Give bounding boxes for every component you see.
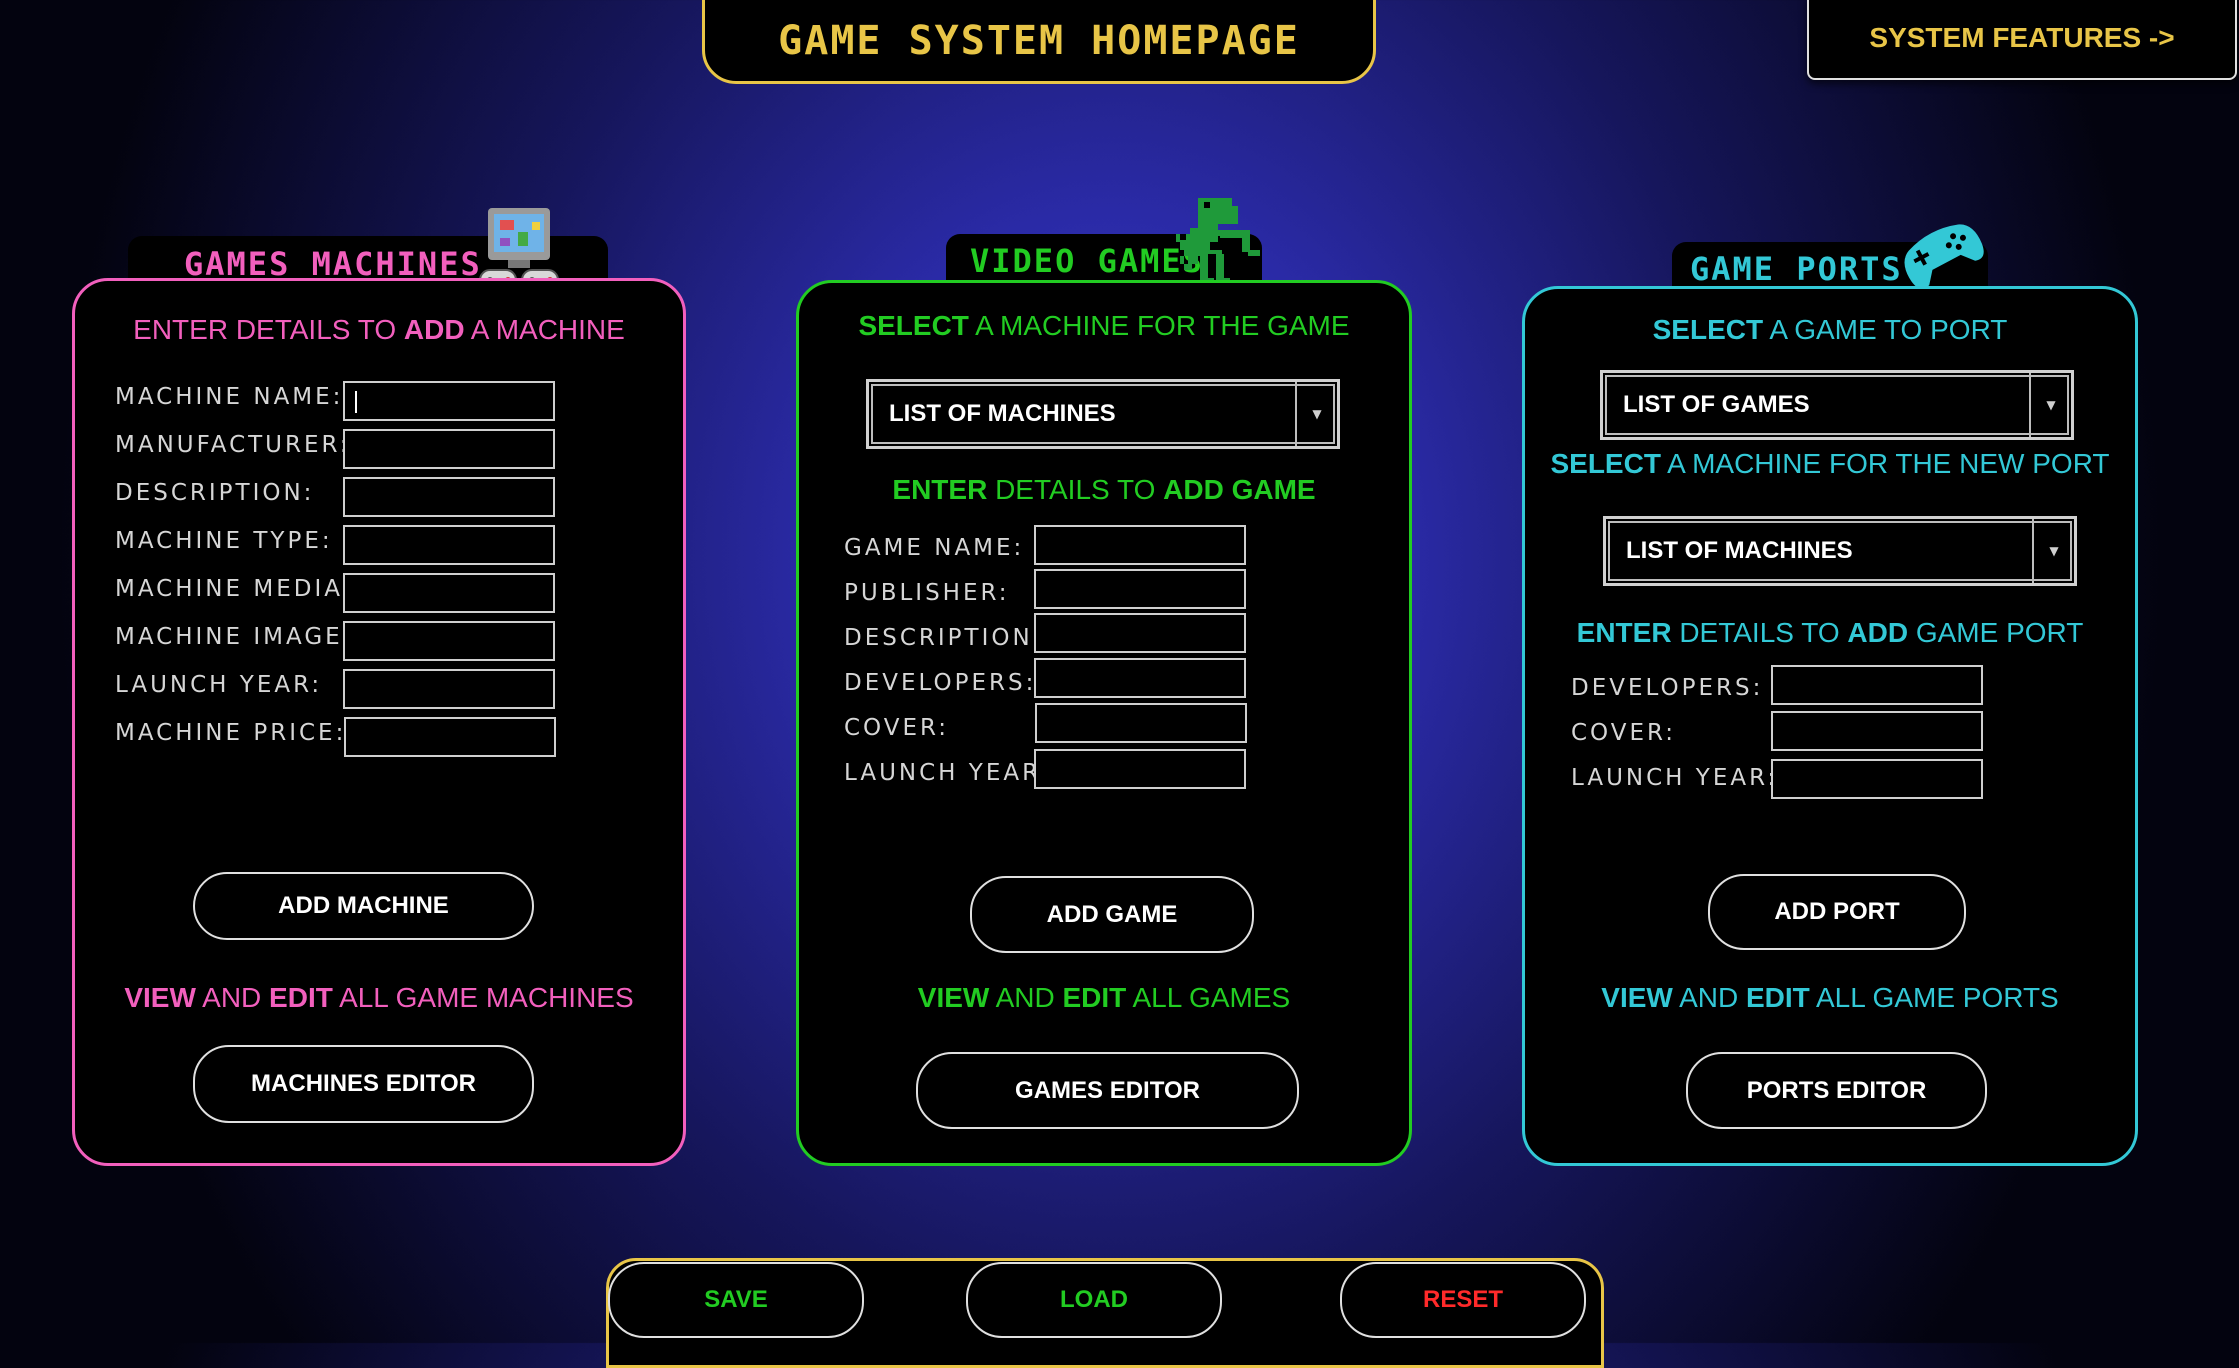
ports-machine-select[interactable]: LIST OF MACHINES ▼	[1603, 516, 2077, 586]
launch-year-label: LAUNCH YEAR:	[115, 672, 323, 698]
developers-label: DEVELOPERS:	[844, 670, 1037, 696]
cover-input[interactable]	[1035, 703, 1247, 743]
dinosaur-icon	[1172, 196, 1264, 290]
chevron-down-icon[interactable]: ▼	[2029, 373, 2071, 437]
description-input[interactable]	[343, 477, 555, 517]
port-launch-year-input[interactable]	[1771, 759, 1983, 799]
add-port-button[interactable]: ADD PORT	[1708, 874, 1966, 950]
page-title: GAME SYSTEM HOMEPAGE	[778, 18, 1300, 64]
port-cover-label: COVER:	[1571, 720, 1677, 746]
games-editor-button[interactable]: GAMES EDITOR	[916, 1052, 1299, 1129]
games-enter-heading: ENTER DETAILS TO ADD GAME	[892, 474, 1316, 505]
chevron-down-icon[interactable]: ▼	[1295, 382, 1337, 446]
game-description-input[interactable]	[1034, 613, 1246, 653]
ports-tab-title: GAME PORTS	[1690, 250, 1903, 288]
game-description-label: DESCRIPTION:	[844, 625, 1044, 651]
ports-editor-button[interactable]: PORTS EDITOR	[1686, 1052, 1987, 1129]
system-features-button[interactable]: SYSTEM FEATURES ->	[1807, 0, 2237, 80]
machines-editor-button[interactable]: MACHINES EDITOR	[193, 1045, 534, 1123]
manufacturer-input[interactable]	[343, 429, 555, 469]
save-button[interactable]: SAVE	[608, 1262, 864, 1338]
machine-media-input[interactable]	[343, 573, 555, 613]
games-select-heading: SELECT A MACHINE FOR THE GAME	[858, 310, 1350, 341]
header-title-box: GAME SYSTEM HOMEPAGE	[702, 0, 1376, 84]
games-view-line: VIEW AND EDIT ALL GAMES	[917, 982, 1291, 1013]
port-cover-input[interactable]	[1771, 711, 1983, 751]
machine-image-input[interactable]	[343, 621, 555, 661]
game-name-input[interactable]	[1034, 525, 1246, 565]
games-machine-select-value: LIST OF MACHINES	[889, 400, 1116, 427]
machine-name-label: MACHINE NAME:	[115, 384, 344, 410]
developers-input[interactable]	[1034, 658, 1246, 698]
publisher-input[interactable]	[1034, 569, 1246, 609]
ports-select-machine-heading: SELECT A MACHINE FOR THE NEW PORT	[1550, 448, 2110, 479]
machine-type-label: MACHINE TYPE:	[115, 528, 333, 554]
port-launch-year-label: LAUNCH YEAR:	[1571, 765, 1779, 791]
save-label: SAVE	[704, 1286, 768, 1313]
games-tab-title: VIDEO GAMES	[970, 242, 1204, 280]
manufacturer-label: MANUFACTURER:	[115, 432, 351, 458]
load-button[interactable]: LOAD	[966, 1262, 1222, 1338]
ports-game-select[interactable]: LIST OF GAMES ▼	[1600, 370, 2074, 440]
gamepad-icon	[1896, 206, 1984, 290]
machine-image-label: MACHINE IMAGE:	[115, 624, 354, 650]
machine-name-input[interactable]	[343, 381, 555, 421]
game-name-label: GAME NAME:	[844, 535, 1025, 561]
machine-type-input[interactable]	[343, 525, 555, 565]
add-machine-button[interactable]: ADD MACHINE	[193, 872, 534, 940]
chevron-down-icon[interactable]: ▼	[2032, 519, 2074, 583]
games-machine-select[interactable]: LIST OF MACHINES ▼	[866, 379, 1340, 449]
reset-label: RESET	[1422, 1286, 1503, 1313]
game-launch-year-label: LAUNCH YEAR:	[844, 760, 1052, 786]
game-launch-year-input[interactable]	[1034, 749, 1246, 789]
port-developers-label: DEVELOPERS:	[1571, 675, 1764, 701]
ports-select-game-heading: SELECT A GAME TO PORT	[1652, 314, 2008, 345]
ports-view-line: VIEW AND EDIT ALL GAME PORTS	[1601, 982, 2059, 1013]
ports-enter-heading: ENTER DETAILS TO ADD GAME PORT	[1576, 617, 2084, 648]
publisher-label: PUBLISHER:	[844, 580, 1010, 606]
machine-media-label: MACHINE MEDIA:	[115, 576, 354, 602]
text-cursor	[355, 391, 357, 413]
machine-price-label: MACHINE PRICE:	[115, 720, 347, 746]
ports-game-select-value: LIST OF GAMES	[1623, 391, 1810, 418]
add-game-button[interactable]: ADD GAME	[970, 876, 1254, 953]
port-developers-input[interactable]	[1771, 665, 1983, 705]
ports-machine-select-value: LIST OF MACHINES	[1626, 537, 1853, 564]
launch-year-input[interactable]	[343, 669, 555, 709]
cover-label: COVER:	[844, 715, 950, 741]
system-features-label: SYSTEM FEATURES ->	[1869, 22, 2175, 53]
description-label: DESCRIPTION:	[115, 480, 315, 506]
machine-price-input[interactable]	[344, 717, 556, 757]
reset-button[interactable]: RESET	[1340, 1262, 1586, 1338]
machines-view-line: VIEW AND EDIT ALL GAME MACHINES	[124, 982, 634, 1013]
machines-heading: ENTER DETAILS TO ADD A MACHINE	[133, 314, 625, 345]
load-label: LOAD	[1060, 1286, 1128, 1313]
